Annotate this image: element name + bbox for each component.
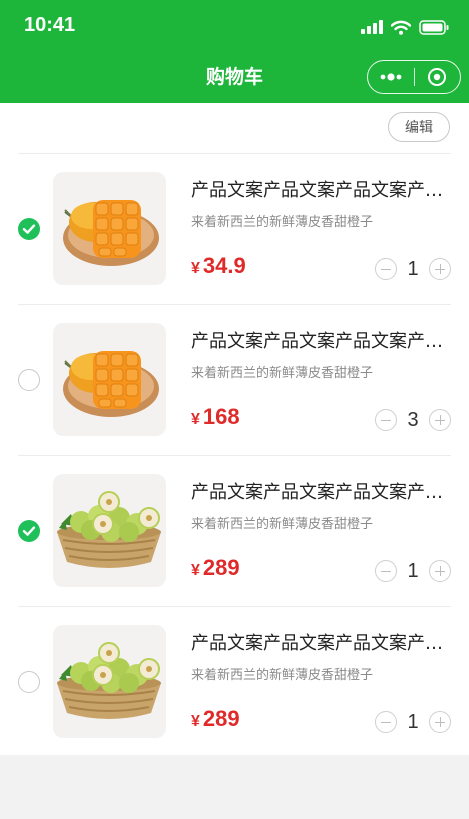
price-value: 168 [202, 404, 240, 429]
mango-image [63, 200, 159, 266]
product-title[interactable]: 产品文案产品文案产品文案产品文案 [191, 176, 453, 202]
decrease-button[interactable] [375, 258, 397, 280]
checkmark-icon [22, 526, 36, 536]
quantity-value: 3 [407, 408, 419, 431]
status-time: 10:41 [24, 14, 76, 36]
product-price: ¥34.9 [191, 253, 246, 279]
more-menu-button[interactable] [368, 61, 414, 93]
increase-button[interactable] [429, 711, 451, 733]
quantity-stepper: 1 [375, 258, 451, 280]
currency-symbol: ¥ [191, 411, 200, 428]
increase-button[interactable] [429, 409, 451, 431]
increase-button[interactable] [429, 560, 451, 582]
cart-list: 编辑 产品文案产品文案产品文案产品文案 来着新西兰的新鲜薄皮香甜橙子 ¥ 34.… [0, 103, 469, 755]
cart-item: 产品文案产品文案产品文案产品文案 来着新西兰的新鲜薄皮香甜橙子 ¥289 1 [0, 607, 469, 758]
product-image[interactable] [53, 625, 166, 738]
item-checkbox[interactable] [18, 369, 40, 391]
status-icons [361, 17, 449, 37]
currency-symbol: ¥ [191, 713, 200, 730]
quantity-value: 1 [407, 559, 419, 582]
item-checkbox-checked[interactable] [18, 520, 40, 542]
cart-item: 产品文案产品文案产品文案产品文案 来着新西兰的新鲜薄皮香甜橙子 ¥289 1 [0, 456, 469, 607]
product-image[interactable] [53, 474, 166, 587]
signal-icon [361, 20, 383, 34]
cart-item: 产品文案产品文案产品文案产品文案 来着新西兰的新鲜薄皮香甜橙子 ¥34.9 1 [0, 154, 469, 305]
item-checkbox-checked[interactable] [18, 218, 40, 240]
top-bar: 10:41 购物车 [0, 0, 469, 103]
product-image[interactable] [53, 323, 166, 436]
increase-button[interactable] [429, 258, 451, 280]
status-bar: 10:41 [0, 0, 469, 54]
decrease-button[interactable] [375, 560, 397, 582]
checkmark-icon [22, 224, 36, 234]
battery-icon [419, 19, 449, 35]
product-image[interactable] [53, 172, 166, 285]
quantity-value: 1 [407, 710, 419, 733]
currency-symbol: ¥ [191, 562, 200, 579]
product-subtitle: 来着新西兰的新鲜薄皮香甜橙子 [191, 215, 374, 230]
jujube-basket-image [57, 642, 161, 719]
mini-program-capsule [367, 60, 461, 94]
jujube-basket-image [57, 491, 161, 568]
quantity-stepper: 1 [375, 711, 451, 733]
quantity-value: 1 [407, 257, 419, 280]
decrease-button[interactable] [375, 409, 397, 431]
currency-symbol: ¥ [191, 260, 200, 277]
product-title[interactable]: 产品文案产品文案产品文案产品文案 [191, 478, 453, 504]
product-subtitle: 来着新西兰的新鲜薄皮香甜橙子 [191, 366, 374, 381]
product-price: ¥289 [191, 706, 240, 732]
product-title[interactable]: 产品文案产品文案产品文案产品文案 [191, 629, 453, 655]
price-value: 289 [202, 555, 240, 580]
mango-image [63, 351, 159, 417]
decrease-button[interactable] [375, 711, 397, 733]
price-value: 34.9 [202, 253, 246, 278]
quantity-stepper: 1 [375, 560, 451, 582]
product-price: ¥289 [191, 555, 240, 581]
edit-button[interactable]: 编辑 [388, 112, 450, 142]
quantity-stepper: 3 [375, 409, 451, 431]
product-subtitle: 来着新西兰的新鲜薄皮香甜橙子 [191, 668, 374, 683]
item-checkbox[interactable] [18, 671, 40, 693]
price-value: 289 [202, 706, 240, 731]
product-price: ¥168 [191, 404, 240, 430]
product-subtitle: 来着新西兰的新鲜薄皮香甜橙子 [191, 517, 374, 532]
target-close-icon [428, 68, 447, 86]
close-miniprogram-button[interactable] [414, 61, 460, 93]
product-title[interactable]: 产品文案产品文案产品文案产品文案 [191, 327, 453, 353]
more-dots-icon [380, 73, 402, 81]
cart-item: 产品文案产品文案产品文案产品文案 来着新西兰的新鲜薄皮香甜橙子 ¥168 3 [0, 305, 469, 456]
wifi-icon [391, 20, 411, 35]
